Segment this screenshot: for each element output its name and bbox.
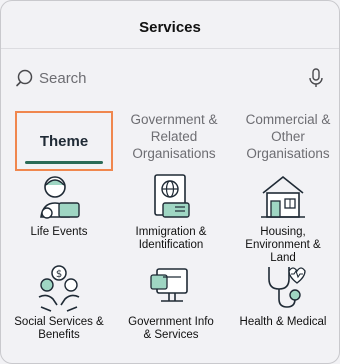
tab-label-line: Commercial & xyxy=(245,112,331,127)
tab-label-line: Other xyxy=(271,129,305,144)
page-title: Services xyxy=(139,19,201,36)
search-bar[interactable]: Search xyxy=(11,64,329,92)
category-label: Housing, xyxy=(260,226,306,238)
category-label: Immigration & xyxy=(135,226,207,238)
category-label: Life Events xyxy=(30,226,88,238)
category-label: Benefits xyxy=(38,329,80,341)
svg-text:$: $ xyxy=(56,269,62,280)
category-health-medical[interactable]: Health & Medical xyxy=(227,263,339,329)
tab-theme[interactable]: Theme xyxy=(15,111,113,171)
category-label: Social Services & xyxy=(14,316,104,328)
category-housing-environment-land[interactable]: Housing, Environment & Land xyxy=(227,173,339,265)
tab-label-line: Organisations xyxy=(132,146,216,161)
tab-label-line: Related xyxy=(150,129,198,144)
search-icon xyxy=(16,69,33,87)
category-government-info-services[interactable]: Government Info & Services xyxy=(115,263,227,342)
category-immigration-identification[interactable]: Immigration & Identification xyxy=(115,173,227,252)
active-tab-indicator xyxy=(25,161,103,164)
category-social-services-benefits[interactable]: $ Social Services & Benefits xyxy=(3,263,115,342)
life-events-icon xyxy=(40,176,80,219)
hands-coins-icon: $ xyxy=(38,265,80,312)
tab-commercial-other-organisations[interactable]: Commercial & Other Organisations xyxy=(235,111,339,171)
screen: Services Search Theme Government & Relat… xyxy=(0,0,340,364)
category-label: Identification xyxy=(138,239,204,251)
search-input[interactable]: Search xyxy=(39,70,87,87)
tab-label-line: Government & xyxy=(130,112,218,127)
passport-id-icon xyxy=(154,174,190,218)
category-life-events[interactable]: Life Events xyxy=(3,173,115,239)
tab-bar: Theme Government & Related Organisations… xyxy=(15,111,339,171)
header-divider xyxy=(1,48,339,49)
house-icon xyxy=(261,175,305,218)
tab-label-line: Organisations xyxy=(246,146,330,161)
category-label: Health & Medical xyxy=(239,316,327,328)
category-label: & Services xyxy=(143,329,199,341)
tab-government-related-organisations[interactable]: Government & Related Organisations xyxy=(115,111,233,171)
stethoscope-heart-icon xyxy=(268,267,306,308)
category-label: Government Info xyxy=(128,316,214,328)
computer-info-icon xyxy=(150,268,188,302)
tab-label: Theme xyxy=(39,132,89,150)
category-label: Environment & xyxy=(245,239,321,251)
microphone-icon[interactable] xyxy=(305,67,327,89)
